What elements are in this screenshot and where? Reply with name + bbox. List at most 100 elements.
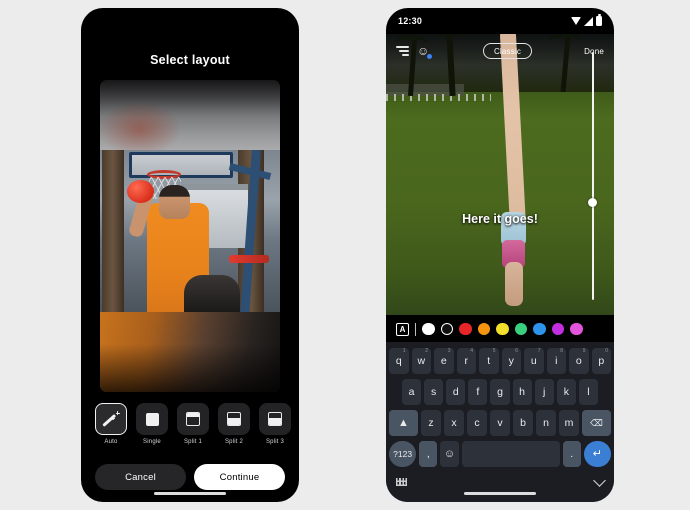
- left-phone-mockup: Select layout Auto Single Split 1 Split …: [81, 8, 299, 502]
- status-bar: 12:30: [386, 8, 614, 34]
- color-swatch-blue[interactable]: [533, 322, 546, 336]
- home-indicator: [464, 492, 536, 495]
- layout-label-split-3: Split 3: [265, 439, 285, 445]
- key-label: w: [417, 355, 426, 367]
- layout-label-single: Single: [143, 439, 161, 445]
- key-l[interactable]: l: [578, 379, 598, 405]
- color-swatch-yellow[interactable]: [496, 322, 509, 336]
- key-hint: 0: [605, 348, 608, 354]
- key-b[interactable]: b: [513, 410, 533, 436]
- enter-key[interactable]: ↵: [583, 441, 611, 467]
- layout-tile-split-2: [218, 403, 250, 435]
- key-m[interactable]: m: [559, 410, 579, 436]
- color-swatch-purple[interactable]: [551, 322, 564, 336]
- voice-status-dot: [427, 54, 432, 59]
- period-key[interactable]: .: [562, 441, 581, 467]
- second-person: [184, 275, 241, 315]
- comma-key[interactable]: ,: [419, 441, 438, 467]
- key-hint: 6: [515, 348, 518, 354]
- preview-main-photo: [100, 150, 280, 315]
- split-1-icon: [186, 412, 200, 426]
- continue-button[interactable]: Continue: [194, 464, 285, 490]
- color-swatch-black[interactable]: [440, 322, 453, 336]
- voice-access-icon[interactable]: ☺: [417, 44, 432, 59]
- key-c[interactable]: c: [467, 410, 487, 436]
- key-g[interactable]: g: [490, 379, 510, 405]
- split-3-icon: [268, 412, 282, 426]
- split-2-icon: [227, 412, 241, 426]
- emoji-icon: ☺: [443, 447, 456, 460]
- action-button-row: Cancel Continue: [95, 464, 285, 490]
- color-swatch-white[interactable]: [422, 322, 435, 336]
- photo-preview[interactable]: [100, 80, 280, 392]
- right-phone-mockup: 12:30 Here it goes! ☺ Classic Done A 1 q…: [386, 8, 614, 502]
- color-swatch-green[interactable]: [514, 322, 527, 336]
- key-label: e: [440, 355, 447, 367]
- emoji-key[interactable]: ☺: [440, 441, 459, 467]
- color-swatch-pink[interactable]: [570, 322, 583, 336]
- backspace-key[interactable]: ⌫: [582, 410, 611, 436]
- magic-wand-icon: [101, 410, 120, 428]
- chevron-down-icon[interactable]: [593, 474, 606, 487]
- layout-tile-split-1: [177, 403, 209, 435]
- key-label: t: [487, 355, 491, 367]
- tree-left: [102, 150, 124, 315]
- key-r[interactable]: 4r: [456, 348, 476, 374]
- red-bar: [229, 255, 270, 263]
- slider-thumb[interactable]: [588, 198, 598, 207]
- key-hint: 5: [492, 348, 496, 354]
- size-slider[interactable]: [586, 52, 600, 300]
- video-caption-text[interactable]: Here it goes!: [386, 212, 614, 226]
- key-hint: 9: [582, 348, 586, 354]
- keyboard-switcher-icon[interactable]: [396, 478, 407, 486]
- font-style-button[interactable]: Classic: [482, 43, 533, 59]
- key-y[interactable]: 6y: [501, 348, 521, 374]
- key-x[interactable]: x: [444, 410, 464, 436]
- video-preview[interactable]: Here it goes!: [386, 34, 614, 315]
- key-w[interactable]: 2w: [411, 348, 431, 374]
- layout-option-split-3[interactable]: Split 3: [259, 403, 291, 445]
- key-j[interactable]: j: [534, 379, 554, 405]
- layout-option-auto[interactable]: Auto: [95, 403, 127, 445]
- divider: [415, 322, 416, 336]
- key-label: q: [395, 355, 402, 367]
- key-v[interactable]: v: [490, 410, 510, 436]
- layout-option-split-2[interactable]: Split 2: [218, 403, 250, 445]
- layout-option-split-1[interactable]: Split 1: [177, 403, 209, 445]
- color-swatch-orange[interactable]: [477, 322, 490, 336]
- single-frame-icon: [145, 412, 159, 426]
- athlete-head: [159, 185, 191, 219]
- key-o[interactable]: 9o: [569, 348, 589, 374]
- key-n[interactable]: n: [536, 410, 556, 436]
- key-f[interactable]: f: [468, 379, 488, 405]
- key-label: r: [464, 355, 469, 367]
- shift-key[interactable]: ▲: [389, 410, 418, 436]
- key-h[interactable]: h: [512, 379, 532, 405]
- key-k[interactable]: k: [556, 379, 576, 405]
- key-a[interactable]: a: [402, 379, 422, 405]
- key-d[interactable]: d: [446, 379, 466, 405]
- key-e[interactable]: 3e: [434, 348, 454, 374]
- key-hint: 1: [402, 348, 406, 354]
- key-q[interactable]: 1q: [389, 348, 409, 374]
- key-hint: 7: [537, 348, 541, 354]
- key-i[interactable]: 8i: [546, 348, 566, 374]
- key-s[interactable]: s: [424, 379, 444, 405]
- symbols-key[interactable]: ?123: [389, 441, 417, 467]
- spacebar[interactable]: [461, 441, 560, 467]
- layout-options-strip: Auto Single Split 1 Split 2 Split 3: [95, 403, 299, 445]
- cancel-button[interactable]: Cancel: [95, 464, 186, 490]
- text-lines-icon[interactable]: [396, 46, 409, 56]
- wifi-icon: [571, 17, 581, 25]
- key-u[interactable]: 7u: [524, 348, 544, 374]
- key-t[interactable]: 5t: [479, 348, 499, 374]
- color-swatch-red[interactable]: [459, 322, 472, 336]
- battery-icon: [596, 14, 602, 26]
- key-z[interactable]: z: [421, 410, 441, 436]
- text-style-icon[interactable]: A: [396, 322, 409, 336]
- page-title: Select layout: [150, 53, 230, 67]
- editor-toolbar: ☺ Classic Done: [386, 38, 614, 64]
- layout-option-single[interactable]: Single: [136, 403, 168, 445]
- key-label: p: [598, 355, 605, 367]
- key-p[interactable]: 0p: [591, 348, 611, 374]
